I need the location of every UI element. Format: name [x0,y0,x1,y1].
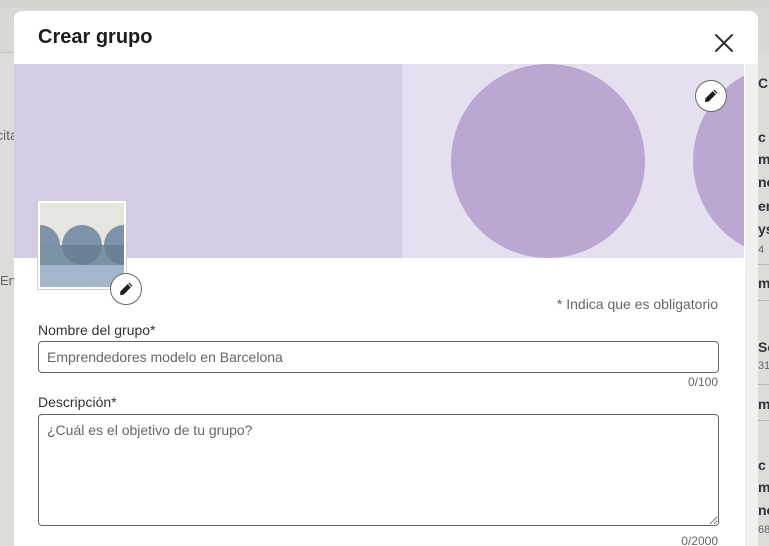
pencil-icon [120,282,133,295]
background-right-text: So [758,339,769,355]
background-divider [757,420,769,421]
description-counter: 0/2000 [681,534,718,546]
edit-cover-button[interactable] [695,80,727,112]
description-label: Descripción* [38,394,117,410]
background-left-panel: cita En [0,52,18,546]
background-right-text: ys [758,221,769,237]
background-right-text: era [758,198,769,214]
background-right-text: 313 [758,360,769,372]
required-note: * Indica que es obligatorio [556,296,718,312]
background-divider [757,264,769,265]
background-right-text: mi [758,396,769,412]
dialog-body[interactable]: * Indica que es obligatorio Nombre del g… [14,64,748,546]
background-right-text: no [758,502,769,518]
group-name-input[interactable] [38,341,719,373]
description-textarea[interactable] [38,414,719,526]
dialog-scrollbar[interactable] [745,64,758,546]
background-right-text: 4 [758,244,765,256]
cover-shape [451,64,645,258]
close-button[interactable] [712,31,736,55]
pencil-icon [705,89,718,102]
background-right-text: no [758,174,769,190]
group-logo [38,201,126,289]
background-right-text: mi [758,479,769,495]
background-divider [757,384,769,385]
dialog-title: Crear grupo [38,26,153,48]
background-right-text: mi [758,151,769,167]
group-name-label: Nombre del grupo* [38,322,156,338]
background-divider [757,300,769,301]
background-right-text: c [758,129,766,145]
group-name-counter: 0/100 [687,375,718,389]
background-right-text: 68 [758,524,769,536]
background-right-text: Cpe [758,75,769,91]
dialog-header: Crear grupo [14,11,758,64]
edit-logo-button[interactable] [110,273,142,305]
background-right-text: c [758,457,766,473]
close-icon [715,34,733,52]
background-right-text: mi [758,275,769,291]
group-logo-image [40,203,124,287]
create-group-dialog: Crear grupo * Indica que es obligatorio … [14,11,758,546]
background-nav-bar [0,0,769,8]
